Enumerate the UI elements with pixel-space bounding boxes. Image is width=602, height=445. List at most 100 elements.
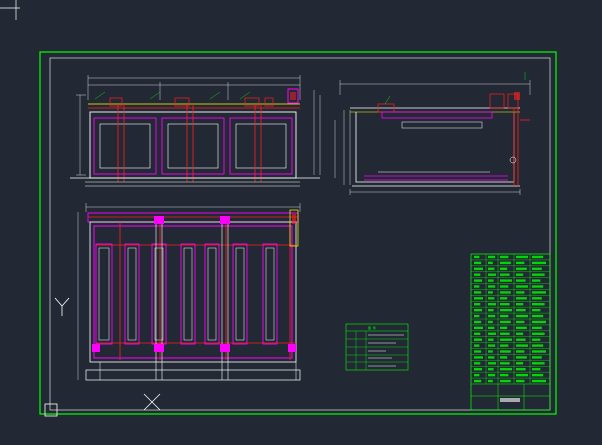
title-block-cell <box>488 297 495 300</box>
title-block-cell <box>516 273 524 276</box>
side-elevation-view[interactable] <box>334 72 531 195</box>
title-block-cell <box>500 356 508 359</box>
title-block-cell <box>474 344 480 347</box>
title-block-cell <box>500 338 512 341</box>
title-block-cell <box>474 291 482 294</box>
title-block-cell <box>500 362 510 365</box>
title-block-cell <box>474 261 482 265</box>
title-block-cell <box>516 338 526 341</box>
title-block-cell <box>474 297 483 300</box>
title-block-cell <box>474 320 482 324</box>
title-block-cell <box>500 261 511 265</box>
title-block-cell <box>500 314 509 318</box>
title-block-cell <box>532 368 541 371</box>
title-block-cell <box>516 261 525 265</box>
title-block-cell <box>474 285 480 288</box>
title-block-cell <box>488 368 494 371</box>
title-block-cell <box>500 373 509 377</box>
plan-view[interactable] <box>77 203 301 381</box>
title-block-cell <box>516 308 526 312</box>
title-block-cell <box>488 314 496 318</box>
title-block-cell <box>516 344 528 347</box>
title-block-cell <box>532 373 544 377</box>
title-block-cell <box>500 326 508 330</box>
title-block-cell <box>532 320 546 324</box>
title-block-cell <box>488 291 493 294</box>
title-block-cell <box>516 332 524 335</box>
title-block-cell <box>532 338 541 341</box>
title-block-cell <box>532 344 544 347</box>
title-block-cell <box>532 308 541 312</box>
legend-table[interactable]: 图 例 <box>345 323 409 371</box>
title-block-cell <box>516 320 525 324</box>
title-block-cell <box>474 373 480 377</box>
title-block-cell <box>474 255 480 259</box>
ucs-crosshair-icon <box>54 297 161 411</box>
title-block-cell <box>516 291 525 294</box>
title-block-cell <box>474 368 483 371</box>
cursor-crosshair-icon <box>0 0 20 20</box>
title-block-cell <box>474 332 481 335</box>
title-block-cell <box>516 267 527 270</box>
title-block-cell <box>516 279 526 282</box>
title-block-cell <box>516 285 528 288</box>
title-block-cell <box>488 303 496 306</box>
title-block-cell <box>532 291 546 294</box>
title-block-cell <box>500 285 509 288</box>
title-block-cell <box>500 267 508 270</box>
title-block-cell <box>516 303 524 306</box>
title-block-cell <box>488 338 494 341</box>
title-block-cell <box>532 255 544 259</box>
title-block-cell <box>488 379 493 383</box>
title-block-cell <box>516 314 528 318</box>
title-block-cell <box>474 314 480 318</box>
title-block-cell <box>500 308 512 312</box>
title-block-cell <box>488 320 493 324</box>
title-block-cell <box>532 303 545 306</box>
title-block-cell <box>500 291 511 294</box>
title-block[interactable] <box>470 253 551 411</box>
title-block-cell <box>532 267 542 270</box>
title-block-cell <box>474 338 483 341</box>
title-block-cell <box>532 273 545 276</box>
title-block-cell <box>500 379 511 383</box>
title-block-cell <box>532 362 545 365</box>
title-block-cell <box>474 303 481 306</box>
title-block-cell <box>532 326 542 330</box>
title-block-cell <box>516 350 525 353</box>
title-block-cell <box>488 255 496 259</box>
title-block-cell <box>488 344 496 347</box>
title-block-cell <box>500 255 509 259</box>
title-block-cell <box>500 279 512 282</box>
title-block-cell <box>488 332 496 335</box>
front-elevation-view[interactable] <box>70 75 321 187</box>
title-block-cell <box>474 326 483 330</box>
title-block-cell <box>532 261 546 265</box>
title-block-cell <box>516 362 524 365</box>
title-block-cell <box>532 379 546 383</box>
title-block-cell <box>488 267 495 270</box>
title-block-cell <box>532 332 545 335</box>
title-block-cell <box>516 255 528 259</box>
title-block-cell <box>474 379 482 383</box>
title-block-cell <box>500 332 510 335</box>
legend-title: 图 例 <box>368 325 376 330</box>
title-block-cell <box>500 297 508 300</box>
title-block-cell <box>488 308 494 312</box>
title-block-cell <box>516 356 527 359</box>
title-block-cell <box>474 362 481 365</box>
title-block-cell <box>532 285 544 288</box>
cad-model-space[interactable]: 图 例 Y X <box>0 0 602 445</box>
title-block-cell <box>516 368 526 371</box>
title-block-cell <box>474 279 483 282</box>
title-block-cell <box>488 273 496 276</box>
title-block-cell <box>488 285 496 288</box>
title-block-cell <box>488 356 495 359</box>
title-block-cell <box>474 308 483 312</box>
title-block-cell <box>516 297 527 300</box>
title-block-cell <box>488 279 494 282</box>
title-block-cell <box>532 297 542 300</box>
title-block-cell <box>532 279 541 282</box>
title-block-cell <box>474 350 482 353</box>
title-block-cell <box>488 350 493 353</box>
